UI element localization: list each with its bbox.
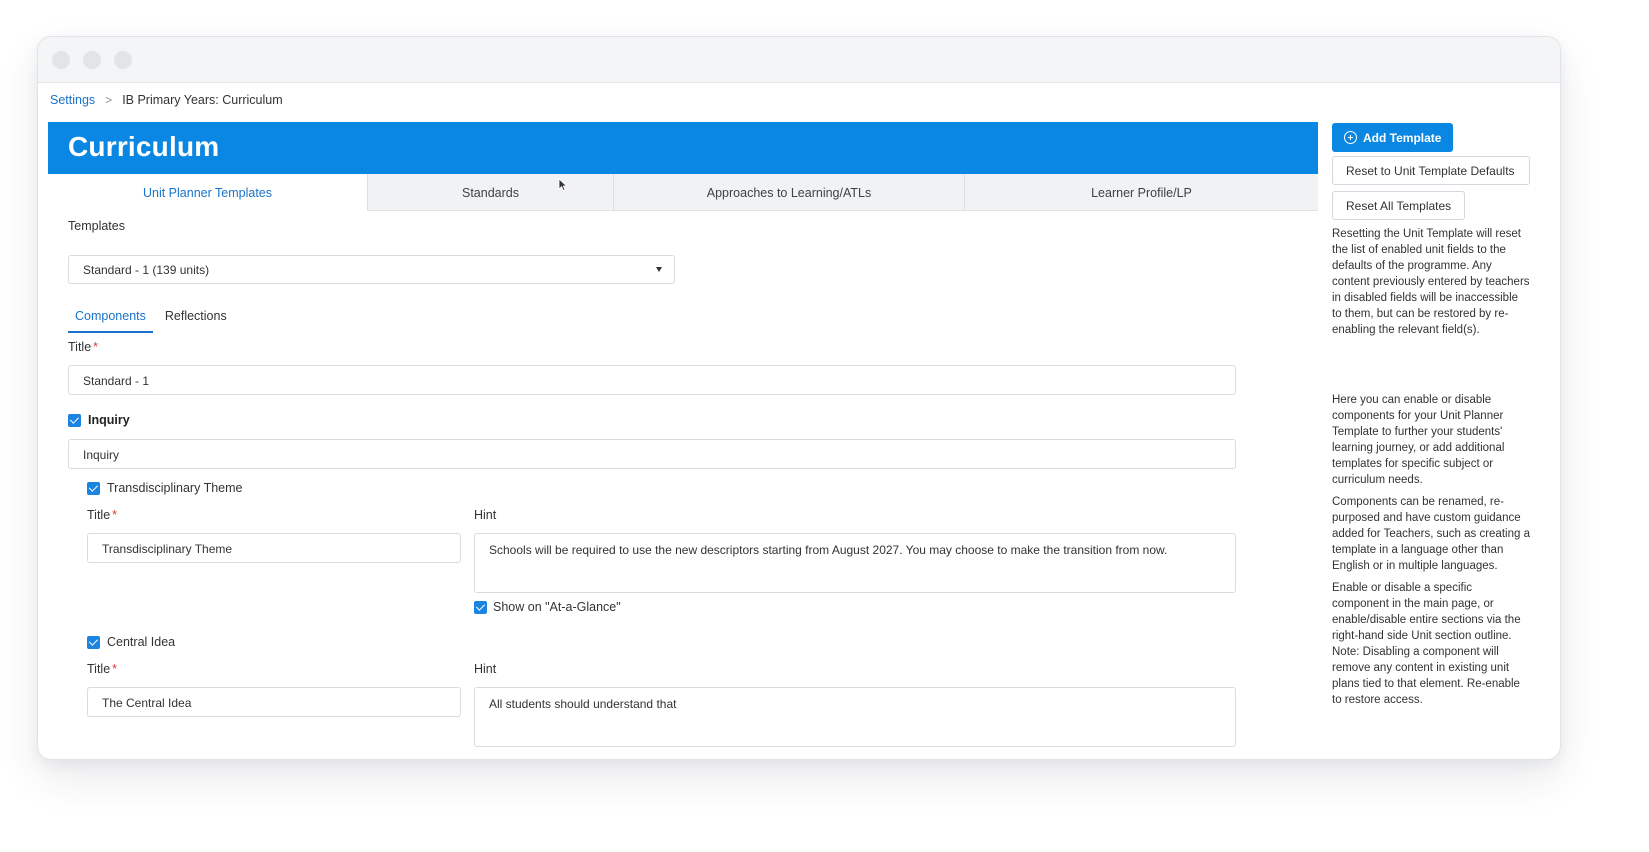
central-idea-title-input[interactable]: The Central Idea <box>87 687 461 717</box>
subtab-components[interactable]: Components <box>68 301 153 333</box>
transdisciplinary-title-label-text: Title <box>87 508 111 522</box>
add-template-button[interactable]: Add Template <box>1332 123 1453 152</box>
required-mark: * <box>112 508 118 522</box>
component-subtabs: Components Reflections <box>68 301 234 333</box>
breadcrumb-separator: > <box>105 93 113 107</box>
breadcrumb-settings-link[interactable]: Settings <box>50 93 95 107</box>
breadcrumb: Settings > IB Primary Years: Curriculum <box>50 93 283 107</box>
central-idea-label: Central Idea <box>107 635 176 649</box>
transdisciplinary-hint-label: Hint <box>474 508 497 522</box>
main-tabs: Unit Planner Templates Standards Approac… <box>48 174 1318 211</box>
caret-down-icon <box>656 267 662 272</box>
breadcrumb-current: IB Primary Years: Curriculum <box>122 93 283 107</box>
inquiry-input[interactable]: Inquiry <box>68 439 1236 469</box>
help-paragraph-1: Here you can enable or disable component… <box>1332 394 1505 486</box>
transdisciplinary-theme-label: Transdisciplinary Theme <box>107 481 243 495</box>
central-idea-checkbox[interactable] <box>87 636 100 649</box>
transdisciplinary-title-input[interactable]: Transdisciplinary Theme <box>87 533 461 563</box>
central-idea-hint-label: Hint <box>474 662 497 676</box>
reset-all-templates-button[interactable]: Reset All Templates <box>1332 191 1465 220</box>
show-at-a-glance-label: Show on "At-a-Glance" <box>493 600 621 614</box>
window-close-dot[interactable] <box>52 51 70 69</box>
mouse-cursor-icon <box>558 178 568 192</box>
add-circle-icon <box>1344 131 1357 144</box>
templates-select-value: Standard - 1 (139 units) <box>83 263 210 277</box>
subtab-reflections[interactable]: Reflections <box>158 301 234 333</box>
required-mark: * <box>93 340 99 354</box>
help-paragraph-3: Enable or disable a specific component i… <box>1332 582 1521 706</box>
template-title-input[interactable]: Standard - 1 <box>68 365 1236 395</box>
window-titlebar <box>38 37 1560 83</box>
app-window: Settings > IB Primary Years: Curriculum … <box>37 36 1561 760</box>
title-label: Title * <box>68 340 98 354</box>
transdisciplinary-hint-textarea[interactable]: Schools will be required to use the new … <box>474 533 1236 593</box>
window-minimize-dot[interactable] <box>83 51 101 69</box>
page-header: Curriculum <box>48 122 1318 174</box>
required-mark: * <box>112 662 118 676</box>
tab-unit-planner-templates[interactable]: Unit Planner Templates <box>48 174 368 211</box>
central-idea-title-label-text: Title <box>87 662 111 676</box>
window-maximize-dot[interactable] <box>114 51 132 69</box>
reset-note: Resetting the Unit Template will reset t… <box>1332 228 1530 336</box>
central-idea-title-label: Title * <box>87 662 117 676</box>
help-text: Here you can enable or disable component… <box>1332 392 1530 714</box>
help-paragraph-2: Components can be renamed, re-purposed a… <box>1332 496 1530 572</box>
title-label-text: Title <box>68 340 92 354</box>
tab-learner-profile[interactable]: Learner Profile/LP <box>965 174 1318 211</box>
tab-approaches-to-learning[interactable]: Approaches to Learning/ATLs <box>614 174 965 211</box>
templates-select[interactable]: Standard - 1 (139 units) <box>68 255 675 284</box>
inquiry-label: Inquiry <box>88 413 130 427</box>
inquiry-checkbox[interactable] <box>68 414 81 427</box>
central-idea-hint-textarea[interactable]: All students should understand that <box>474 687 1236 747</box>
transdisciplinary-theme-checkbox[interactable] <box>87 482 100 495</box>
tab-standards[interactable]: Standards <box>368 174 614 211</box>
templates-label: Templates <box>68 219 125 233</box>
show-at-a-glance-checkbox[interactable] <box>474 601 487 614</box>
transdisciplinary-title-label: Title * <box>87 508 117 522</box>
reset-unit-template-button[interactable]: Reset to Unit Template Defaults <box>1332 156 1530 185</box>
page-title: Curriculum <box>68 131 220 162</box>
add-template-label: Add Template <box>1363 130 1442 145</box>
